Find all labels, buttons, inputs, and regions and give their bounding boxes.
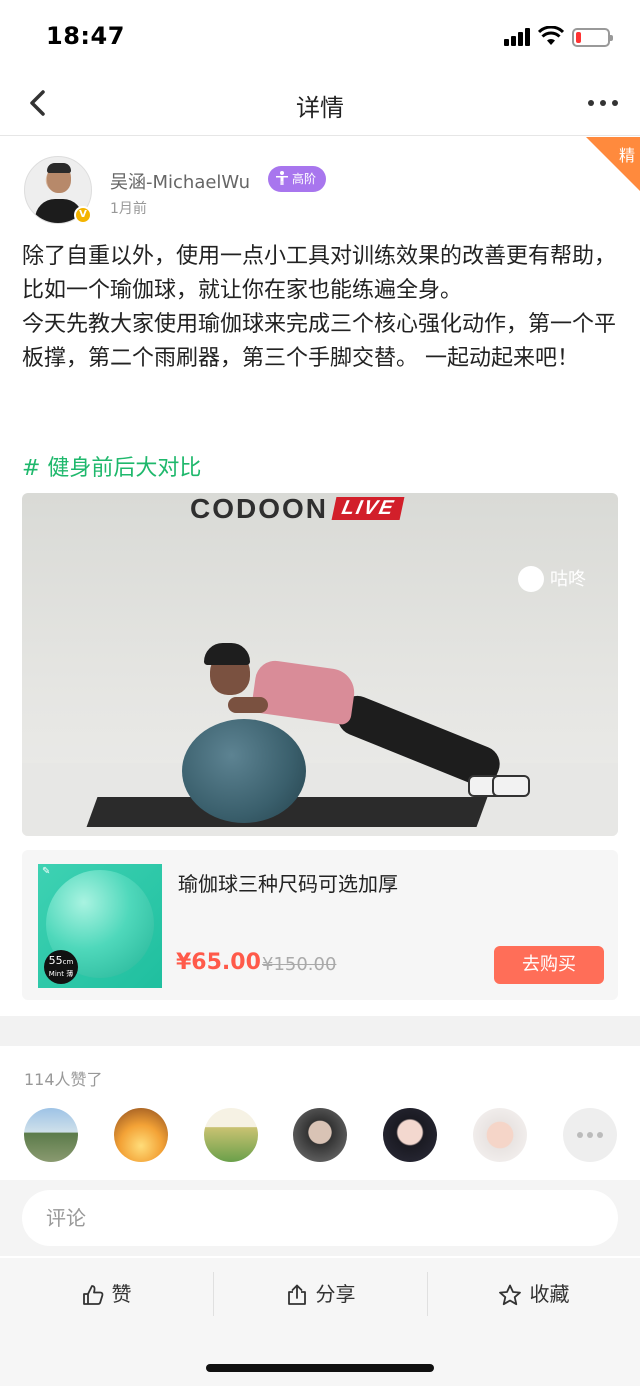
battery-level: [576, 32, 581, 43]
video-person-torso: [250, 658, 358, 726]
comment-input[interactable]: [22, 1190, 618, 1246]
section-separator: [0, 1016, 640, 1046]
video-brand-logo: CODOON LIVE: [190, 493, 405, 525]
thumbs-up-icon: [82, 1285, 103, 1305]
topic-hashtag-link[interactable]: # 健身前后大对比: [22, 450, 201, 482]
level-label: 高阶: [292, 172, 317, 186]
more-likers-button[interactable]: [563, 1108, 617, 1162]
product-image[interactable]: ✎ 55cm Mint 薄: [38, 864, 162, 988]
status-time: 18:47: [46, 22, 125, 50]
verified-badge: V: [74, 206, 92, 224]
liker-avatar[interactable]: [114, 1108, 168, 1162]
buy-button[interactable]: 去购买: [494, 946, 604, 984]
post-paragraph: 除了自重以外，使用一点小工具对训练效果的改善更有帮助，比如一个瑜伽球，就让你在家…: [22, 244, 617, 303]
wifi-icon: [538, 26, 564, 45]
post-time: 1月前: [110, 201, 147, 217]
post-body: 除了自重以外，使用一点小工具对训练效果的改善更有帮助，比如一个瑜伽球，就让你在家…: [22, 240, 618, 376]
author-name[interactable]: 吴涵-MichaelWu: [110, 168, 250, 194]
comment-area: [0, 1180, 640, 1256]
star-icon: [498, 1284, 521, 1306]
like-label: 赞: [111, 1282, 132, 1306]
video-exercise-ball: [182, 719, 306, 823]
post-detail-screen: 18:47 详情 精 V 吴涵-MichaelWu 高阶 1月前 除了自重以外，…: [0, 0, 640, 1386]
video-person-cap: [204, 643, 250, 665]
battery-icon: [572, 28, 613, 47]
product-original-price: ¥150.00: [262, 954, 337, 975]
product-brand-mark: ✎: [42, 866, 51, 877]
featured-label: 精: [618, 146, 635, 165]
video-shoe: [492, 775, 530, 797]
product-size-badge: 55cm Mint 薄: [44, 950, 78, 984]
nav-bar: 详情: [0, 72, 640, 136]
favorite-button[interactable]: 收藏: [427, 1272, 640, 1316]
status-bar: 18:47: [0, 0, 640, 72]
level-badge: 高阶: [268, 166, 327, 192]
like-button[interactable]: 赞: [0, 1272, 213, 1316]
bottom-action-bar: 赞 分享 收藏: [0, 1258, 640, 1386]
likes-count[interactable]: 114人赞了: [24, 1066, 103, 1090]
liker-avatar[interactable]: [473, 1108, 527, 1162]
product-title[interactable]: 瑜伽球三种尺码可选加厚: [178, 868, 398, 897]
more-horizontal-icon[interactable]: [588, 98, 618, 108]
liker-avatar[interactable]: [293, 1108, 347, 1162]
cellular-signal-icon: [504, 28, 532, 46]
video-player[interactable]: CODOON LIVE 咕咚: [22, 493, 618, 836]
liker-avatar[interactable]: [383, 1108, 437, 1162]
likers-list: [24, 1108, 618, 1164]
liker-avatar[interactable]: [204, 1108, 258, 1162]
share-icon: [287, 1284, 306, 1305]
product-card[interactable]: ✎ 55cm Mint 薄 瑜伽球三种尺码可选加厚 ¥65.00 ¥150.00 …: [22, 850, 618, 1000]
page-title: 详情: [296, 94, 344, 122]
post-paragraph: 今天先教大家使用瑜伽球来完成三个核心强化动作，第一个平板撑，第二个雨刷器，第三个…: [22, 312, 617, 371]
product-price: ¥65.00: [176, 950, 261, 975]
featured-corner-badge: 精: [586, 137, 640, 191]
video-watermark: 咕咚: [518, 565, 586, 592]
fitness-person-icon: [276, 171, 288, 185]
share-label: 分享: [315, 1282, 356, 1306]
home-indicator: [206, 1364, 434, 1372]
author-header: V 吴涵-MichaelWu 高阶 1月前: [24, 156, 584, 228]
favorite-label: 收藏: [529, 1282, 570, 1306]
codoon-logo-icon: [518, 566, 544, 592]
share-button[interactable]: 分享: [214, 1272, 427, 1316]
liker-avatar[interactable]: [24, 1108, 78, 1162]
video-person-arm: [228, 697, 268, 713]
